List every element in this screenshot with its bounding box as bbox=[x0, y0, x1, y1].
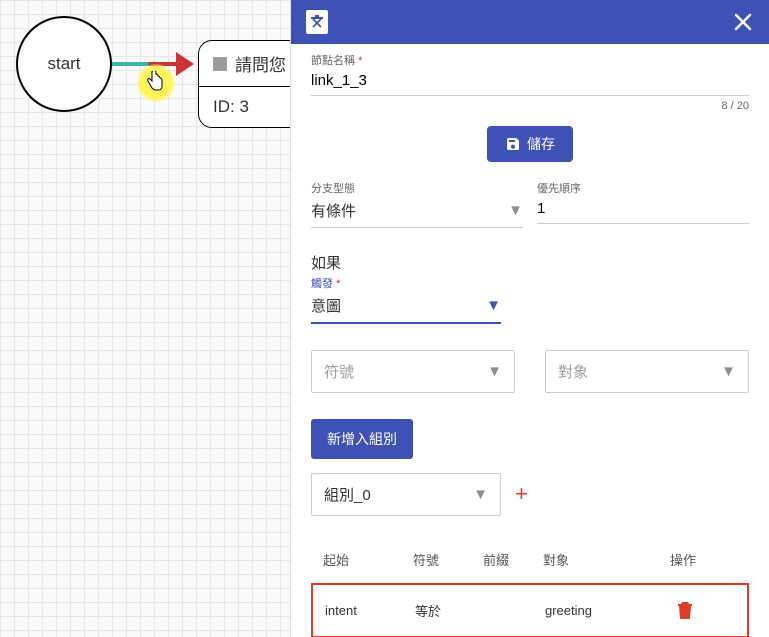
chevron-down-icon: ▼ bbox=[508, 202, 523, 219]
trash-icon bbox=[306, 10, 328, 34]
properties-panel: 節點名稱 * 8 / 20 儲存 分支型態 有條件 ▼ 優先順序 如果 bbox=[290, 0, 769, 637]
priority-label: 優先順序 bbox=[537, 180, 749, 196]
delete-button[interactable] bbox=[303, 8, 331, 36]
chevron-down-icon: ▼ bbox=[473, 486, 488, 503]
node-name-label: 節點名稱 * bbox=[311, 52, 749, 68]
trigger-select[interactable]: 意圖 ▼ bbox=[311, 291, 501, 324]
node-name-input[interactable] bbox=[311, 68, 749, 96]
cursor-highlight bbox=[137, 64, 175, 102]
cell-start: intent bbox=[325, 603, 415, 618]
trigger-label: 觸發 * bbox=[311, 275, 749, 291]
col-prefix: 前綴 bbox=[483, 550, 543, 569]
flow-canvas[interactable]: start 請問您 ID: 3 bbox=[0, 0, 290, 637]
close-icon bbox=[733, 12, 753, 32]
col-action: 操作 bbox=[653, 550, 713, 569]
panel-header bbox=[291, 0, 769, 44]
destination-id: ID: 3 bbox=[213, 97, 249, 117]
link-line bbox=[110, 62, 180, 66]
if-label: 如果 bbox=[311, 252, 749, 273]
add-group-button[interactable]: 新增入組別 bbox=[311, 419, 413, 459]
chevron-down-icon: ▼ bbox=[721, 363, 736, 380]
node-name-counter: 8 / 20 bbox=[311, 100, 749, 112]
cell-symbol: 等於 bbox=[415, 601, 485, 620]
trash-icon bbox=[677, 601, 693, 619]
close-button[interactable] bbox=[729, 8, 757, 36]
group-select[interactable]: 組別_0 ▼ bbox=[311, 473, 501, 516]
priority-input[interactable] bbox=[537, 196, 749, 224]
chevron-down-icon: ▼ bbox=[486, 297, 501, 314]
pointer-hand-icon bbox=[146, 71, 164, 96]
start-node[interactable]: start bbox=[16, 16, 112, 112]
col-start: 起始 bbox=[323, 550, 413, 569]
object-select[interactable]: 對象 ▼ bbox=[545, 350, 749, 393]
chevron-down-icon: ▼ bbox=[487, 363, 502, 380]
link-arrowhead bbox=[176, 52, 194, 76]
branch-type-label: 分支型態 bbox=[311, 180, 523, 196]
add-icon[interactable]: + bbox=[515, 481, 528, 507]
save-button[interactable]: 儲存 bbox=[487, 126, 573, 162]
table-row: intent 等於 greeting bbox=[313, 585, 747, 636]
start-node-label: start bbox=[47, 54, 80, 74]
destination-title: 請問您 bbox=[235, 51, 286, 76]
conditions-table: 起始 符號 前綴 對象 操作 intent 等於 greeting bbox=[311, 544, 749, 637]
col-symbol: 符號 bbox=[413, 550, 483, 569]
branch-type-select[interactable]: 有條件 ▼ bbox=[311, 196, 523, 228]
symbol-select[interactable]: 符號 ▼ bbox=[311, 350, 515, 393]
save-icon bbox=[505, 136, 521, 152]
node-type-icon bbox=[213, 57, 227, 71]
col-object: 對象 bbox=[543, 550, 653, 569]
delete-row-button[interactable] bbox=[655, 601, 715, 619]
cell-object: greeting bbox=[545, 603, 655, 618]
